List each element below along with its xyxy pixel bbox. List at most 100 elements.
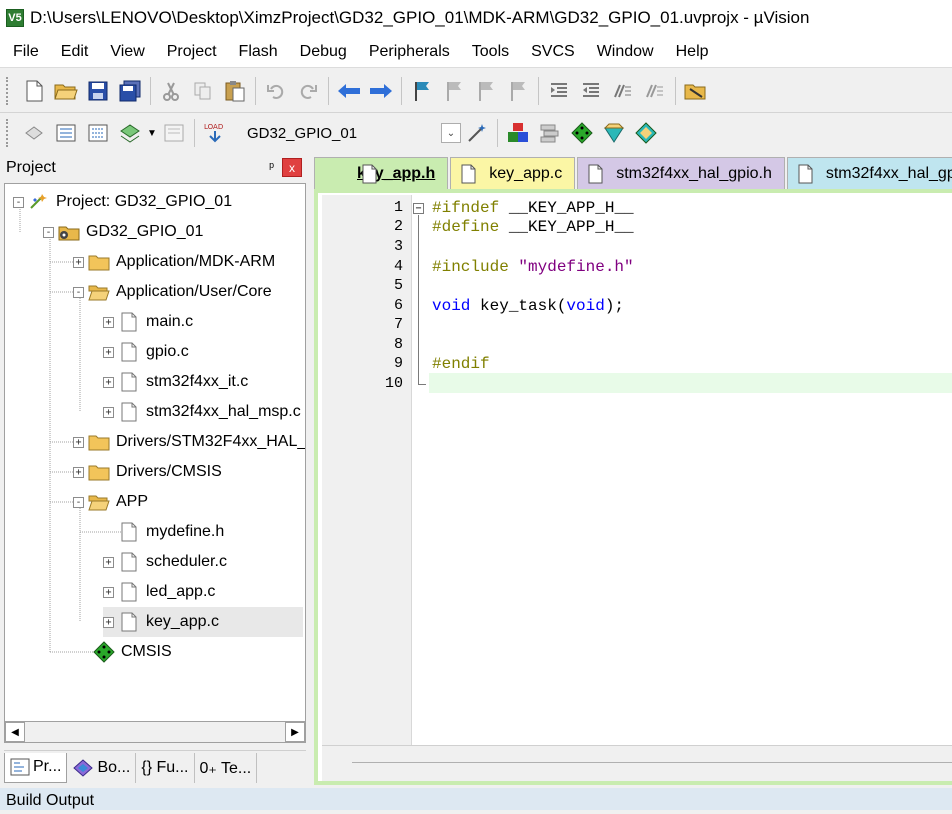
tree-item-target[interactable]: - GD32_GPIO_01 [43,217,203,247]
tree-item-file-scheduler-c[interactable]: + scheduler.c [103,547,227,577]
batch-build-button[interactable] [114,117,146,149]
tree-item-file-mydefine-h[interactable]: mydefine.h [118,517,224,547]
tree-item-file-gpio-c[interactable]: + gpio.c [103,337,189,367]
expand-icon[interactable]: + [73,466,84,478]
tree-item-file-led-app-c[interactable]: + led_app.c [103,577,215,607]
translate-button[interactable] [18,117,50,149]
tree-item-group-cmsis-drivers[interactable]: + Drivers/CMSIS [73,457,222,487]
tree-item-project-root[interactable]: - Project: GD32_GPIO_01 [13,187,232,217]
new-file-button[interactable] [18,75,50,107]
tab-hal-gpio-h[interactable]: stm32f4xx_hal_gpio.h [577,157,785,189]
target-select[interactable]: GD32_GPIO_01 ⌄ [241,119,461,147]
manage-components-button[interactable] [502,117,534,149]
tab-key-app-c[interactable]: key_app.c [450,157,576,189]
find-in-files-button[interactable] [680,75,712,107]
scroll-track[interactable] [25,722,285,742]
tab-hal-gpio-c[interactable]: stm32f4xx_hal_gpio.c [786,157,952,189]
navigate-forward-button[interactable] [365,75,397,107]
tab-key-app-h[interactable]: key_app.h [314,157,449,189]
menu-flash[interactable]: Flash [228,36,289,68]
target-options-button[interactable] [461,117,493,149]
editor-horizontal-scrollbar[interactable] [322,745,952,781]
expand-icon[interactable]: + [103,376,114,388]
open-file-button[interactable] [50,75,82,107]
tree-item-group-hal-driver[interactable]: + Drivers/STM32F4xx_HAL_Driver [73,427,305,457]
tree-item-group-user-core[interactable]: - Application/User/Core [73,277,272,307]
tab-functions[interactable]: {} Fu... [136,752,195,783]
expand-icon[interactable]: + [103,556,114,568]
batch-build-dropdown[interactable]: ▼ [146,117,158,149]
tab-templates[interactable]: 0₊ Te... [195,752,258,783]
build-button[interactable] [50,117,82,149]
tab-project[interactable]: Pr... [4,752,68,783]
file-extensions-button[interactable] [534,117,566,149]
scroll-left-icon[interactable]: ◀ [5,722,25,742]
unindent-button[interactable] [575,75,607,107]
expand-icon[interactable]: + [103,616,114,628]
menu-debug[interactable]: Debug [289,36,358,68]
collapse-icon[interactable]: - [73,286,84,298]
tree-item-file-hal-msp-c[interactable]: + stm32f4xx_hal_msp.c [103,397,301,427]
clear-bookmarks-button[interactable] [502,75,534,107]
prev-bookmark-button[interactable] [438,75,470,107]
expand-icon[interactable]: + [103,406,114,418]
expand-icon[interactable]: + [103,316,114,328]
tree-item-file-main-c[interactable]: + main.c [103,307,193,337]
menu-help[interactable]: Help [665,36,720,68]
uncomment-selection-button[interactable] [639,75,671,107]
cut-button[interactable] [155,75,187,107]
tree-item-group-app[interactable]: - APP [73,487,148,517]
expand-icon[interactable]: + [73,436,84,448]
tree-item-file-key-app-c[interactable]: + key_app.c [103,607,303,637]
save-all-button[interactable] [114,75,146,107]
project-tree-horizontal-scrollbar[interactable]: ◀ ▶ [4,721,306,743]
select-software-packs-button[interactable] [598,117,630,149]
fold-collapse-icon[interactable]: − [413,203,424,214]
insert-bookmark-button[interactable] [406,75,438,107]
tree-item-group-mdk-arm[interactable]: + Application/MDK-ARM [73,247,275,277]
tree-item-cmsis-component[interactable]: CMSIS [93,637,172,667]
update-packs-button[interactable] [630,117,662,149]
download-button[interactable]: LOAD [199,117,231,149]
menu-peripherals[interactable]: Peripherals [358,36,461,68]
scroll-right-icon[interactable]: ▶ [285,722,305,742]
collapse-icon[interactable]: - [73,496,84,508]
save-button[interactable] [82,75,114,107]
stop-build-button[interactable] [158,117,190,149]
comment-selection-button[interactable] [607,75,639,107]
scroll-track[interactable] [352,762,952,763]
expand-icon[interactable]: + [103,586,114,598]
pack-installer-button[interactable] [566,117,598,149]
menu-svcs[interactable]: SVCS [520,36,586,68]
menu-edit[interactable]: Edit [50,36,100,68]
tree-item-file-it-c[interactable]: + stm32f4xx_it.c [103,367,248,397]
paste-button[interactable] [219,75,251,107]
collapse-icon[interactable]: - [13,196,24,208]
collapse-icon[interactable]: - [43,226,54,238]
expand-icon[interactable]: + [73,256,84,268]
code-editor[interactable]: 1 2 3 4 5 6 7 8 9 10 − #ifndef __KEY_APP… [322,195,952,781]
chevron-down-icon[interactable]: ⌄ [441,123,461,143]
next-bookmark-button[interactable] [470,75,502,107]
close-icon[interactable]: x [282,158,302,177]
menu-project[interactable]: Project [156,36,228,68]
undo-button[interactable] [260,75,292,107]
toolbar-grip[interactable] [6,119,10,147]
menu-file[interactable]: File [0,36,50,68]
toolbar-grip[interactable] [6,76,10,105]
redo-button[interactable] [292,75,324,107]
menu-window[interactable]: Window [586,36,665,68]
copy-button[interactable] [187,75,219,107]
tab-templates-label: 0₊ Te... [199,759,252,777]
menu-tools[interactable]: Tools [461,36,520,68]
menu-view[interactable]: View [99,36,155,68]
rebuild-button[interactable] [82,117,114,149]
indent-button[interactable] [543,75,575,107]
tab-books[interactable]: Bo... [67,752,137,783]
navigate-back-button[interactable] [333,75,365,107]
expand-icon[interactable]: + [103,346,114,358]
string-literal: "mydefine.h" [508,258,634,276]
pin-icon[interactable]: ᵖ [269,159,274,174]
target-folder-icon [58,222,80,242]
file-icon [118,612,140,632]
